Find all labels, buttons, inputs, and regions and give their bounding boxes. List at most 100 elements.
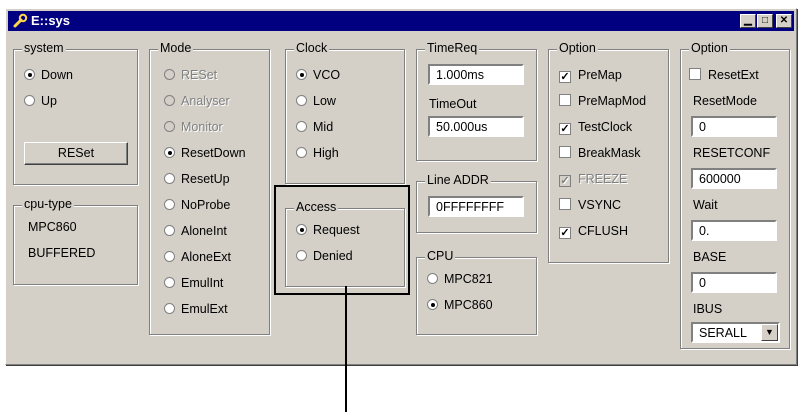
- time-group: TimeReq 1.000ms TimeOut 50.000us: [416, 41, 537, 161]
- mode-radio-aloneint[interactable]: AloneInt: [164, 224, 227, 240]
- close-icon: ✕: [779, 15, 789, 26]
- option-2-label: Option: [689, 41, 730, 55]
- radio-label: AloneInt: [181, 224, 227, 238]
- mode-label: Mode: [158, 41, 194, 55]
- clock-radio-mid[interactable]: Mid: [296, 120, 333, 136]
- line-addr-label: Line ADDR: [425, 173, 491, 187]
- option-1-label: Option: [557, 41, 598, 55]
- checkbox-label: PreMap: [578, 68, 622, 82]
- radio-dot: [164, 95, 175, 106]
- chevron-down-icon[interactable]: ▼: [761, 324, 778, 341]
- cpu-type-label: cpu-type: [22, 197, 74, 211]
- timeout-field[interactable]: 50.000us: [428, 116, 524, 137]
- system-group: system Down Up RESet: [13, 41, 138, 185]
- option-checkbox-testclock[interactable]: ✓ TestClock: [559, 120, 632, 136]
- radio-dot: [296, 224, 307, 235]
- radio-label: Analyser: [181, 94, 230, 108]
- radio-label: ResetUp: [181, 172, 230, 186]
- mode-radio-resetup[interactable]: ResetUp: [164, 172, 230, 188]
- system-label: system: [22, 41, 66, 55]
- clock-radio-low[interactable]: Low: [296, 94, 336, 110]
- base-label: BASE: [691, 250, 729, 264]
- radio-label: EmulExt: [181, 302, 228, 316]
- timeout-label: TimeOut: [427, 97, 479, 111]
- radio-label: AloneExt: [181, 250, 232, 264]
- line-addr-field[interactable]: 0FFFFFFFF: [428, 196, 524, 217]
- option-checkbox-vsync[interactable]: VSYNC: [559, 198, 621, 214]
- close-button[interactable]: ✕: [776, 14, 792, 28]
- radio-label: NoProbe: [181, 198, 231, 212]
- checkbox-label: TestClock: [578, 120, 633, 134]
- mode-radio-analyser[interactable]: Analyser: [164, 94, 230, 110]
- minimize-button[interactable]: ▁: [740, 14, 756, 28]
- radio-label: RESet: [181, 68, 218, 82]
- resetext-checkbox[interactable]: ResetExt: [689, 68, 759, 84]
- radio-label: Monitor: [181, 120, 223, 134]
- access-radio-denied[interactable]: Denied: [296, 249, 353, 265]
- radio-dot: [164, 147, 175, 158]
- mode-group: Mode RESet Analyser Monitor ResetDown ResetU…: [149, 41, 270, 335]
- resetmode-field[interactable]: 0: [691, 116, 777, 137]
- radio-dot: [296, 250, 307, 261]
- minimize-icon: ▁: [744, 15, 752, 26]
- option-checkbox-breakmask[interactable]: BreakMask: [559, 146, 641, 162]
- ibus-value: SERALL: [699, 326, 747, 340]
- radio-dot: [296, 147, 307, 158]
- access-label: Access: [294, 200, 339, 214]
- wait-field[interactable]: 0.: [691, 220, 777, 241]
- checkbox-box: ✓: [559, 71, 571, 83]
- checkbox-box: ✓: [559, 175, 571, 187]
- cpu-radio-mpc821[interactable]: MPC821: [427, 272, 493, 288]
- radio-dot: [164, 303, 175, 314]
- radio-dot: [164, 251, 175, 262]
- maximize-button[interactable]: □: [757, 14, 773, 28]
- access-radio-request[interactable]: Request: [296, 223, 360, 239]
- radio-dot: [296, 121, 307, 132]
- cpu-type-group: cpu-type MPC860 BUFFERED: [13, 197, 138, 285]
- maximize-icon: □: [761, 15, 769, 26]
- checkbox-box: [689, 68, 701, 80]
- checkbox-box: [559, 198, 571, 210]
- radio-dot: [427, 299, 438, 310]
- mode-radio-noprobe[interactable]: NoProbe: [164, 198, 230, 214]
- mode-radio-aloneext[interactable]: AloneExt: [164, 250, 231, 266]
- mode-radio-resetdown[interactable]: ResetDown: [164, 146, 246, 162]
- access-group: Access Request Denied: [285, 200, 405, 287]
- radio-label: Low: [313, 94, 336, 108]
- clock-radio-vco[interactable]: VCO: [296, 68, 340, 84]
- timereq-field[interactable]: 1.000ms: [428, 64, 524, 85]
- resetconf-field[interactable]: 600000: [691, 168, 777, 189]
- radio-dot: [24, 69, 35, 80]
- option-checkbox-premap[interactable]: ✓ PreMap: [559, 68, 622, 84]
- checkbox-label: VSYNC: [578, 198, 622, 212]
- radio-label: ResetDown: [181, 146, 246, 160]
- reset-button[interactable]: RESet: [24, 142, 128, 165]
- wait-label: Wait: [691, 198, 720, 212]
- mode-radio-emulint[interactable]: EmulInt: [164, 276, 223, 292]
- base-field[interactable]: 0: [691, 272, 777, 293]
- radio-label: Down: [41, 68, 73, 82]
- checkbox-label: PreMapMod: [578, 94, 647, 108]
- checkbox-box: [559, 94, 571, 106]
- radio-dot: [164, 173, 175, 184]
- title-bar[interactable]: E::sys ▁ □ ✕: [8, 11, 794, 31]
- option-group-2: Option ResetExt ResetMode 0 RESETCONF 60…: [680, 41, 790, 349]
- system-radio-up[interactable]: Up: [24, 94, 57, 110]
- mode-radio-reset[interactable]: RESet: [164, 68, 217, 84]
- radio-dot: [296, 95, 307, 106]
- radio-label: Mid: [313, 120, 334, 134]
- checkbox-label: FREEZE: [578, 172, 628, 186]
- option-checkbox-freeze[interactable]: ✓ FREEZE: [559, 172, 627, 188]
- option-checkbox-premapmod[interactable]: PreMapMod: [559, 94, 646, 110]
- clock-radio-high[interactable]: High: [296, 146, 339, 162]
- cpu-radio-mpc860[interactable]: MPC860: [427, 298, 493, 314]
- checkbox-box: [559, 146, 571, 158]
- option-checkbox-cflush[interactable]: ✓ CFLUSH: [559, 224, 628, 240]
- radio-label: Up: [41, 94, 57, 108]
- cpu-type-line: BUFFERED: [28, 246, 96, 260]
- system-radio-down[interactable]: Down: [24, 68, 73, 84]
- ibus-select[interactable]: SERALL ▼: [691, 322, 780, 343]
- mode-radio-monitor[interactable]: Monitor: [164, 120, 223, 136]
- mode-radio-emulext[interactable]: EmulExt: [164, 302, 228, 318]
- clock-group: Clock VCO Low Mid High: [285, 41, 405, 184]
